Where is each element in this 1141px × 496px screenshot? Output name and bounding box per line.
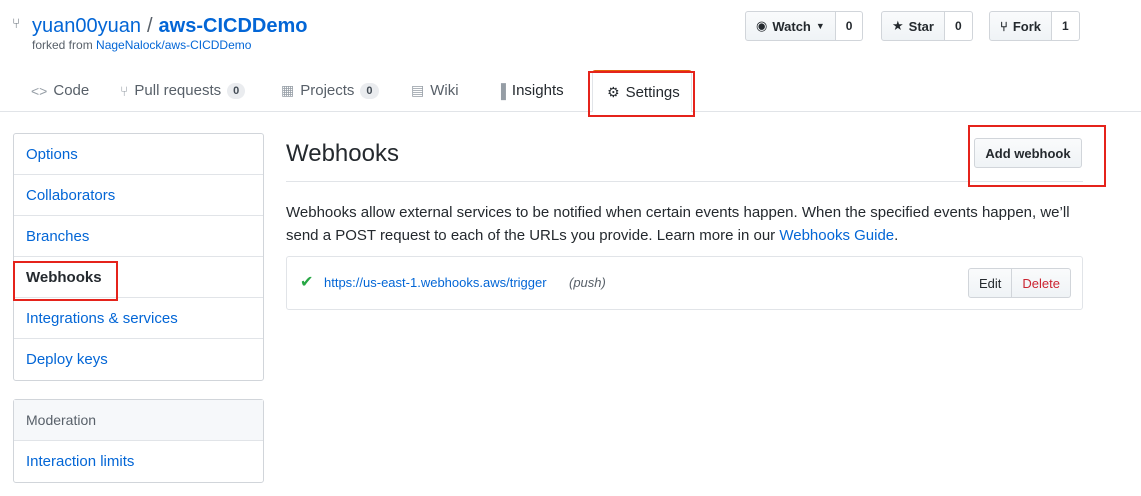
eye-icon: ◉ — [756, 18, 768, 33]
watch-button[interactable]: ◉ Watch ▼ — [745, 11, 836, 41]
graph-icon: ▐ — [496, 82, 506, 99]
tab-insights-label: Insights — [511, 82, 564, 99]
tab-projects-count: 0 — [360, 82, 379, 99]
tab-projects[interactable]: ▦ Projects 0 — [281, 70, 379, 111]
moderation-heading: Moderation — [14, 400, 263, 441]
repo-name-link[interactable]: aws-CICDDemo — [159, 15, 308, 37]
description-end: . — [894, 227, 899, 244]
star-button[interactable]: ★ Star — [881, 11, 945, 41]
fork-icon: ⑂ — [1000, 18, 1008, 34]
book-icon: ▤ — [411, 82, 425, 98]
webhook-actions: Edit Delete — [968, 268, 1071, 298]
delete-webhook-button[interactable]: Delete — [1012, 268, 1071, 298]
sidebar-item-options[interactable]: Options — [14, 134, 263, 175]
sidebar-item-interaction-limits[interactable]: Interaction limits — [14, 441, 263, 482]
sidebar-item-integrations-services[interactable]: Integrations & services — [14, 298, 263, 339]
sidebar-item-branches[interactable]: Branches — [14, 216, 263, 257]
forked-from-link[interactable]: NageNalock/aws-CICDDemo — [96, 38, 251, 52]
fork-count[interactable]: 1 — [1051, 11, 1080, 41]
forked-from: forked from NageNalock/aws-CICDDemo — [32, 38, 251, 52]
settings-menu: Options Collaborators Branches Webhooks … — [13, 133, 264, 381]
webhook-event: (push) — [569, 275, 606, 290]
tab-pull-requests-count: 0 — [227, 82, 246, 99]
add-webhook-button[interactable]: Add webhook — [974, 138, 1082, 168]
git-pull-request-icon: ⑂ — [120, 82, 129, 99]
tab-pull-requests[interactable]: ⑂ Pull requests 0 — [120, 70, 246, 111]
forked-from-prefix: forked from — [32, 38, 93, 52]
webhooks-description: Webhooks allow external services to be n… — [286, 201, 1096, 247]
tab-settings[interactable]: ⚙ Settings — [592, 70, 692, 112]
watch-count[interactable]: 0 — [835, 11, 864, 41]
star-group: ★ Star 0 — [881, 11, 973, 41]
watch-label: Watch — [772, 18, 811, 34]
repo-title: yuan00yuan / aws-CICDDemo — [32, 13, 307, 39]
webhook-item: ✔ https://us-east-1.webhooks.aws/trigger… — [286, 256, 1083, 310]
star-label: Star — [908, 18, 934, 34]
tab-pull-requests-label: Pull requests — [134, 82, 222, 99]
webhooks-guide-link[interactable]: Webhooks Guide — [779, 227, 894, 244]
description-text: Webhooks allow external services to be n… — [286, 204, 1070, 244]
tab-code[interactable]: <> Code — [31, 70, 89, 111]
webhook-url-link[interactable]: https://us-east-1.webhooks.aws/trigger — [324, 275, 547, 290]
repo-separator: / — [146, 15, 153, 37]
repo-forked-icon: ⑂ — [12, 15, 21, 31]
fork-group: ⑂ Fork 1 — [989, 11, 1080, 41]
tab-code-label: Code — [53, 82, 90, 99]
sidebar-item-deploy-keys[interactable]: Deploy keys — [14, 339, 263, 380]
watch-group: ◉ Watch ▼ 0 — [745, 11, 864, 41]
title-divider — [286, 181, 1083, 182]
star-icon: ★ — [892, 18, 904, 33]
repo-nav: <> Code ⑂ Pull requests 0 ▦ Projects 0 ▤… — [0, 70, 1141, 112]
tab-settings-label: Settings — [625, 84, 680, 101]
project-icon: ▦ — [281, 82, 295, 98]
page-title: Webhooks — [286, 140, 399, 167]
fork-button[interactable]: ⑂ Fork — [989, 11, 1052, 41]
code-icon: <> — [31, 82, 48, 99]
edit-webhook-button[interactable]: Edit — [968, 268, 1013, 298]
sidebar-item-collaborators[interactable]: Collaborators — [14, 175, 263, 216]
tab-insights[interactable]: ▐ Insights — [496, 70, 564, 111]
gear-icon: ⚙ — [607, 84, 620, 100]
caret-down-icon: ▼ — [815, 21, 825, 31]
star-count[interactable]: 0 — [944, 11, 973, 41]
repo-owner-link[interactable]: yuan00yuan — [32, 15, 141, 37]
fork-label: Fork — [1012, 18, 1041, 34]
tab-projects-label: Projects — [300, 82, 355, 99]
tab-wiki[interactable]: ▤ Wiki — [411, 70, 459, 111]
tab-wiki-label: Wiki — [430, 82, 459, 99]
sidebar-item-webhooks[interactable]: Webhooks — [14, 257, 263, 298]
check-icon: ✔ — [300, 274, 314, 291]
moderation-menu: Moderation Interaction limits — [13, 399, 264, 483]
